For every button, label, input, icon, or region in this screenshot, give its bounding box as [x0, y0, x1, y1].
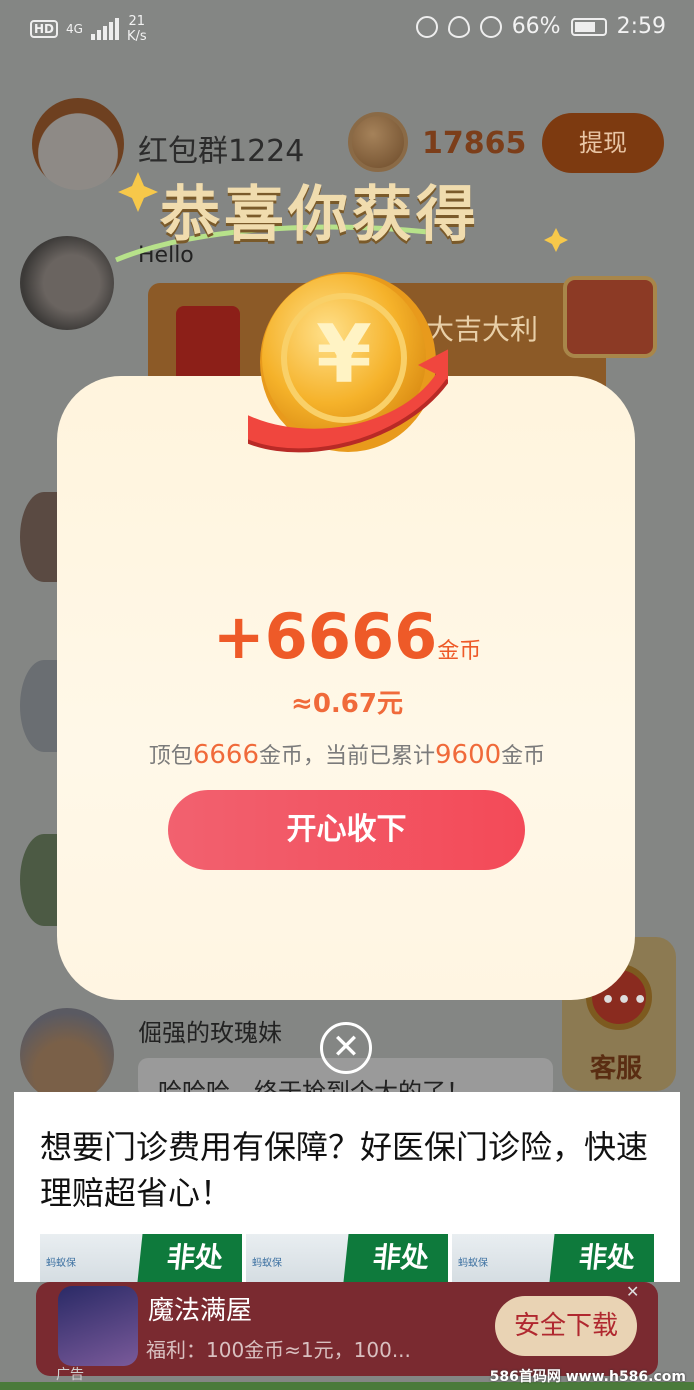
- chat-dots-icon: •••: [601, 988, 650, 1013]
- coin-balance: 17865: [422, 126, 527, 161]
- game-name: 魔法满屋: [148, 1296, 253, 1326]
- reward-amount-value: +6666: [212, 600, 438, 673]
- treasure-chest-icon[interactable]: [563, 276, 657, 358]
- popup-title: 恭喜你获得: [160, 180, 480, 250]
- eye-comfort-icon: [447, 15, 470, 38]
- reward-summary: 顶包6666金币，当前已累计9600金币: [0, 738, 694, 770]
- ad-image: 蚂蚁保 非处: [452, 1234, 654, 1282]
- network-type: 4G: [66, 22, 83, 36]
- close-popup-button[interactable]: ✕: [320, 1022, 372, 1074]
- ad-close-icon[interactable]: ✕: [626, 1282, 639, 1301]
- reward-amount-unit: 金币: [437, 639, 482, 664]
- reward-amount: +6666金币: [0, 600, 694, 673]
- svg-text:¥: ¥: [316, 308, 372, 401]
- ad-tag: 广告: [56, 1367, 84, 1383]
- ad-image: 蚂蚁保 非处: [40, 1234, 242, 1282]
- summary-amount: 6666: [192, 740, 259, 770]
- ad-image-sign: 非处: [343, 1234, 448, 1282]
- reward-approx-value: ≈0.67元: [291, 689, 403, 719]
- watermark: 586首码网 www.h586.com: [489, 1369, 686, 1385]
- ad-image-sign: 非处: [137, 1234, 242, 1282]
- status-right: 66% 2:59: [415, 14, 666, 39]
- ad-image-brand: 蚂蚁保: [46, 1258, 76, 1269]
- ad-image-strip[interactable]: 蚂蚁保 非处 蚂蚁保 非处 蚂蚁保 非处: [40, 1234, 654, 1282]
- clock: 2:59: [616, 14, 666, 39]
- safe-download-button[interactable]: 安全下载: [495, 1296, 637, 1356]
- ad-image-sign: 非处: [549, 1234, 654, 1282]
- ad-image: 蚂蚁保 非处: [246, 1234, 448, 1282]
- data-saver-icon: [415, 15, 438, 38]
- red-envelope-icon: [176, 306, 240, 386]
- summary-prefix: 顶包: [148, 744, 193, 769]
- summary-suffix: 金币: [501, 744, 546, 769]
- accept-reward-button[interactable]: 开心收下: [168, 790, 525, 870]
- sender-name: 倔强的玫瑰妹: [138, 1019, 282, 1047]
- customer-service-label: 客服: [590, 1054, 643, 1084]
- battery-icon: [570, 17, 607, 36]
- battery-percent: 66%: [511, 14, 561, 39]
- ad-image-brand: 蚂蚁保: [458, 1258, 488, 1269]
- gold-coin-icon: ¥: [248, 272, 448, 453]
- hd-icon: HD: [30, 20, 59, 38]
- signal-icon: [90, 18, 119, 40]
- alarm-icon: [479, 15, 502, 38]
- member-avatar[interactable]: [20, 1008, 114, 1102]
- ad-image-brand: 蚂蚁保: [252, 1258, 282, 1269]
- status-bar: HD 4G 21 K/s 66% 2:59: [0, 0, 694, 58]
- summary-middle: 金币，当前已累计: [258, 744, 435, 769]
- network-speed: 21 K/s: [127, 14, 147, 44]
- network-speed-value: 21: [128, 14, 146, 29]
- game-app-icon: [58, 1286, 138, 1366]
- summary-total: 9600: [435, 740, 502, 770]
- status-left: HD 4G 21 K/s: [30, 14, 147, 44]
- network-speed-unit: K/s: [126, 29, 147, 44]
- member-avatar[interactable]: [20, 236, 114, 330]
- ad-text: 想要门诊费用有保障？好医保门诊险，快速理赔超省心！: [40, 1128, 649, 1212]
- game-bonus-text: 福利：100金币≈1元，100...: [146, 1338, 411, 1362]
